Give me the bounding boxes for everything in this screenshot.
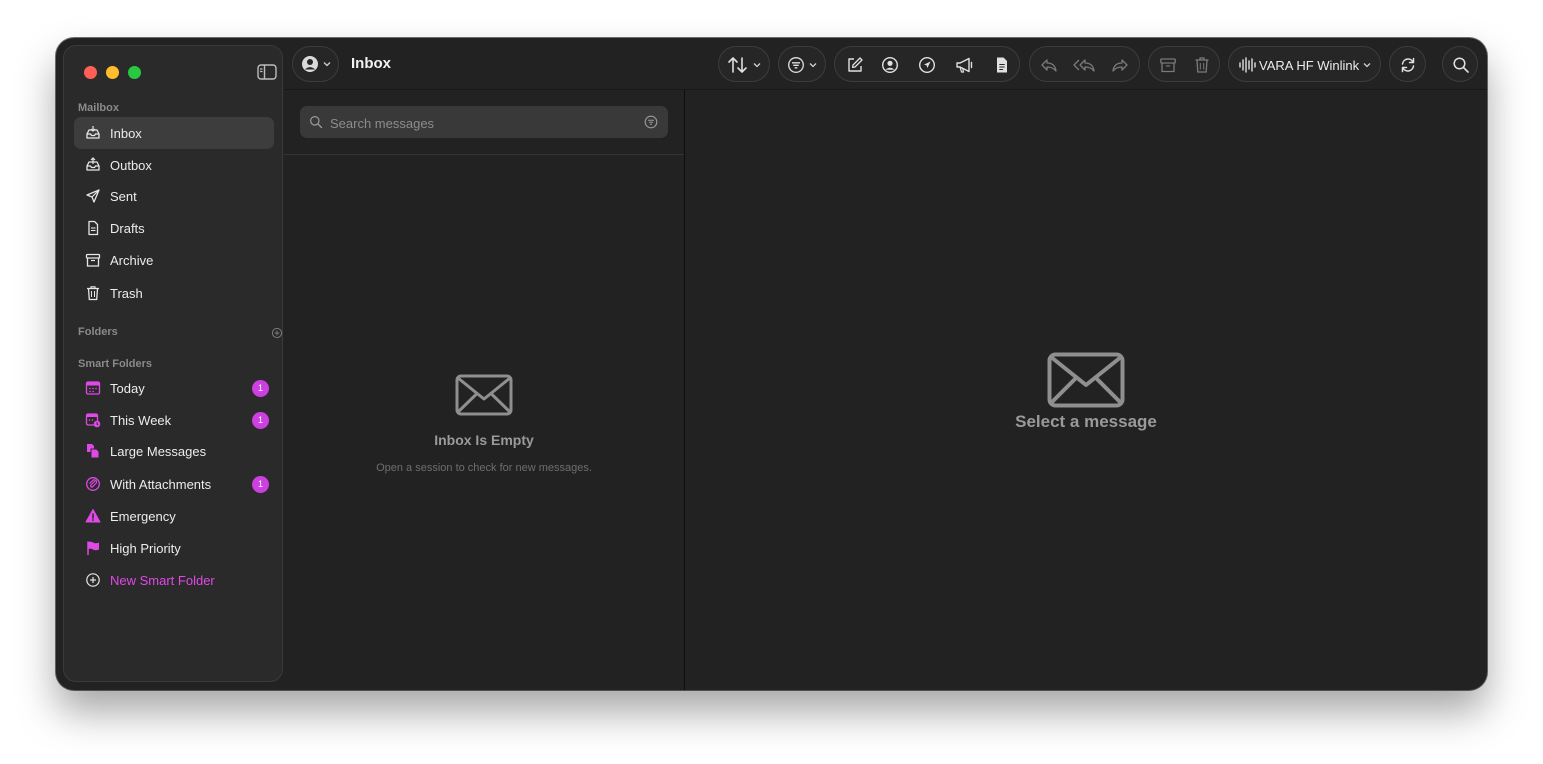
search-input[interactable]: [328, 106, 642, 140]
filter-icon[interactable]: [644, 115, 658, 129]
refresh-button[interactable]: [1389, 46, 1426, 82]
position-report-icon[interactable]: [918, 56, 936, 74]
sidebar-item-today[interactable]: Today 1: [74, 372, 274, 404]
search-field: [300, 106, 668, 140]
reply-icon[interactable]: [1040, 56, 1058, 74]
search-button[interactable]: [1442, 46, 1478, 82]
minimize-window-button[interactable]: [106, 66, 119, 79]
calendar-week-icon: [85, 412, 101, 428]
inbox-icon: [85, 125, 101, 141]
chevron-down-icon: [1363, 61, 1371, 69]
sidebar-item-label: New Smart Folder: [110, 572, 215, 588]
sidebar-item-inbox[interactable]: Inbox: [74, 117, 274, 149]
chevron-down-icon: [809, 61, 817, 69]
plus-circle-icon: [85, 572, 101, 588]
trash-icon[interactable]: [1193, 56, 1211, 74]
archive-box-icon: [85, 252, 101, 268]
select-message-prompt: Select a message: [1015, 412, 1157, 431]
modem-label: VARA HF Winlink: [1259, 58, 1360, 73]
count-badge: 1: [252, 476, 269, 493]
paperclip-icon: [85, 476, 101, 492]
sidebar: Mailbox Inbox Outbox Sent Drafts Archive…: [63, 45, 283, 682]
search-icon: [1452, 56, 1470, 74]
app-window: Mailbox Inbox Outbox Sent Drafts Archive…: [56, 38, 1487, 690]
close-window-button[interactable]: [84, 66, 97, 79]
sidebar-item-high-priority[interactable]: High Priority: [74, 532, 274, 564]
sidebar-item-label: High Priority: [110, 540, 181, 556]
flag-icon: [85, 540, 101, 556]
bulletin-megaphone-icon[interactable]: [955, 56, 975, 74]
new-smart-folder-button[interactable]: New Smart Folder: [74, 564, 274, 596]
sidebar-item-large-messages[interactable]: Large Messages: [74, 435, 274, 467]
archive-box-icon[interactable]: [1159, 56, 1177, 74]
sidebar-item-with-attachments[interactable]: With Attachments 1: [74, 468, 274, 500]
sidebar-toggle-icon[interactable]: [257, 63, 277, 81]
reply-actions-group: [1029, 46, 1140, 82]
outbox-icon: [85, 157, 101, 173]
chevron-down-icon: [323, 60, 331, 68]
waveform-icon: [1238, 56, 1256, 74]
document-icon: [85, 220, 101, 236]
envelope-icon: [1047, 352, 1125, 408]
forward-icon[interactable]: [1111, 56, 1129, 74]
message-list-pane: Inbox Is Empty Open a session to check f…: [284, 90, 684, 690]
smart-folders-section-label: Smart Folders: [78, 358, 152, 370]
large-docs-icon: [85, 443, 101, 459]
sidebar-item-label: Today: [110, 380, 145, 396]
form-document-icon[interactable]: [993, 56, 1011, 74]
account-icon: [301, 55, 319, 73]
sort-menu-button[interactable]: [718, 46, 770, 82]
chevron-down-icon: [753, 61, 761, 69]
reply-all-icon[interactable]: [1073, 56, 1097, 74]
sidebar-item-archive[interactable]: Archive: [74, 244, 274, 276]
trash-icon: [85, 285, 101, 301]
sidebar-item-label: With Attachments: [110, 476, 212, 492]
contacts-icon[interactable]: [881, 56, 899, 74]
sidebar-item-drafts[interactable]: Drafts: [74, 212, 274, 244]
sidebar-item-outbox[interactable]: Outbox: [74, 149, 274, 181]
sidebar-item-label: Emergency: [110, 508, 176, 524]
archive-delete-group: [1148, 46, 1220, 82]
search-icon: [309, 115, 323, 129]
compose-icon[interactable]: [846, 56, 864, 74]
sidebar-item-label: This Week: [110, 412, 172, 428]
search-divider: [284, 154, 684, 155]
filter-menu-button[interactable]: [778, 46, 826, 82]
mailbox-section-label: Mailbox: [78, 102, 119, 114]
sidebar-item-emergency[interactable]: Emergency: [74, 500, 274, 532]
calendar-icon: [85, 380, 101, 396]
refresh-icon: [1399, 56, 1417, 74]
sidebar-item-label: Inbox: [110, 125, 142, 141]
sidebar-item-sent[interactable]: Sent: [74, 180, 274, 212]
add-folder-icon[interactable]: [271, 327, 283, 339]
sort-arrows-icon: [727, 56, 749, 74]
compose-actions-group: [834, 46, 1020, 82]
paper-plane-icon: [85, 188, 101, 204]
empty-state-subtitle: Open a session to check for new messages…: [376, 462, 592, 474]
envelope-icon: [455, 374, 513, 416]
window-title: Inbox: [351, 55, 391, 72]
sidebar-item-label: Archive: [110, 252, 154, 268]
modem-selector-button[interactable]: VARA HF Winlink: [1228, 46, 1381, 82]
sidebar-item-label: Trash: [110, 285, 143, 301]
sidebar-item-label: Outbox: [110, 157, 152, 173]
count-badge: 1: [252, 380, 269, 397]
sidebar-item-trash[interactable]: Trash: [74, 277, 274, 309]
sidebar-item-this-week[interactable]: This Week 1: [74, 404, 274, 436]
sidebar-item-label: Sent: [110, 188, 137, 204]
warning-triangle-icon: [85, 508, 101, 524]
message-detail-pane: Select a message: [685, 90, 1487, 690]
account-menu-button[interactable]: [292, 46, 339, 82]
count-badge: 1: [252, 412, 269, 429]
sidebar-item-label: Drafts: [110, 220, 145, 236]
filter-icon: [787, 56, 805, 74]
folders-section-label: Folders: [78, 326, 118, 338]
empty-state-title: Inbox Is Empty: [434, 432, 534, 448]
sidebar-item-label: Large Messages: [110, 443, 207, 459]
zoom-window-button[interactable]: [128, 66, 141, 79]
